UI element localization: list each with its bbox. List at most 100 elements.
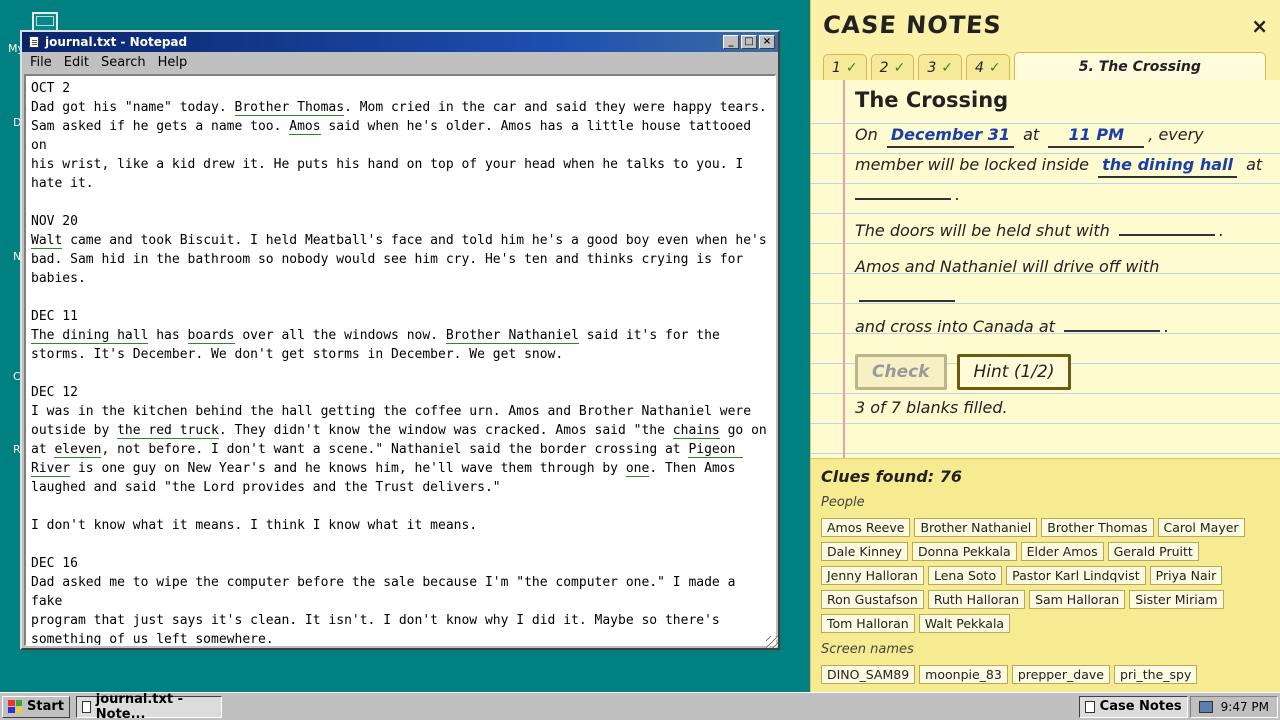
person-chip[interactable]: Ruth Halloran: [927, 590, 1026, 609]
person-chip[interactable]: Ron Gustafson: [821, 590, 924, 609]
sentence-text: .: [1218, 221, 1224, 240]
tab-case-2[interactable]: 2 ✓: [870, 54, 915, 80]
person-chip[interactable]: Jenny Halloran: [821, 566, 924, 585]
blank-time[interactable]: 11 PM: [1048, 124, 1145, 148]
screen-name-chip[interactable]: DINO_SAM89: [821, 665, 916, 684]
person-chip[interactable]: Donna Pekkala: [912, 542, 1017, 561]
close-icon[interactable]: ×: [1251, 14, 1268, 38]
close-button[interactable]: ×: [759, 35, 775, 49]
tab-label: 3: [927, 59, 937, 76]
blank-date[interactable]: December 31: [886, 124, 1014, 148]
person-chip[interactable]: Priya Nair: [1149, 566, 1223, 585]
person-chip[interactable]: Sam Halloran: [1029, 590, 1126, 609]
journal-text: at: [31, 442, 55, 457]
person-chip[interactable]: Brother Nathaniel: [914, 518, 1038, 537]
blank-lock-time[interactable]: [855, 198, 951, 200]
sentence-text: .: [1163, 317, 1170, 336]
menu-search[interactable]: Search: [95, 55, 152, 70]
underlined-clue[interactable]: one: [625, 461, 650, 477]
action-buttons: Check Hint (1/2): [855, 354, 1266, 390]
journal-line: Walt came and took Biscuit. I held Meatb…: [31, 231, 770, 250]
journal-text: Sam asked if he gets a name too.: [31, 119, 290, 134]
blank-vehicle[interactable]: [859, 300, 955, 302]
sentence-text: .: [955, 185, 961, 204]
tray-area: 9:47 PM: [1189, 695, 1278, 718]
underlined-clue[interactable]: Brother Thomas: [234, 100, 345, 116]
taskbar-case-notes[interactable]: Case Notes: [1078, 695, 1188, 718]
notebook-page: The Crossing On December 31 at 11 PM, ev…: [811, 80, 1280, 458]
journal-line: DEC 12: [31, 383, 770, 402]
journal-text: storms. It's December. We don't get stor…: [31, 347, 564, 362]
journal-line: NOV 20: [31, 212, 770, 231]
journal-line: storms. It's December. We don't get stor…: [31, 345, 770, 364]
tab-case-5[interactable]: 5. The Crossing: [1013, 52, 1266, 80]
menu-edit[interactable]: Edit: [58, 55, 95, 70]
person-chip[interactable]: Sister Miriam: [1129, 590, 1224, 609]
person-chip[interactable]: Lena Soto: [927, 566, 1003, 585]
start-button[interactable]: Start: [2, 695, 70, 718]
notepad-titlebar[interactable]: journal.txt - Notepad _ □ ×: [22, 32, 778, 52]
screen-name-chip[interactable]: moonpie_83: [919, 665, 1008, 684]
people-chips: Amos Reeve Brother Nathaniel Brother Thoma…: [821, 518, 1270, 633]
person-chip[interactable]: Amos Reeve: [821, 518, 911, 537]
check-button[interactable]: Check: [855, 354, 947, 390]
journal-text: DEC 12: [31, 385, 78, 400]
taskbar-notepad[interactable]: journal.txt - Note...: [75, 692, 222, 720]
person-chip[interactable]: Walt Pekkala: [918, 614, 1011, 633]
menu-help[interactable]: Help: [152, 55, 194, 70]
underlined-clue[interactable]: Brother Nathaniel: [445, 328, 579, 344]
journal-text: I don't know what it means. I think I kn…: [31, 518, 478, 533]
journal-text-area[interactable]: OCT 2 Dad got his "name" today. Brother T…: [24, 74, 776, 646]
journal-line: outside by the red truck. They didn't kn…: [31, 421, 770, 440]
tab-case-3[interactable]: 3 ✓: [918, 54, 962, 80]
hint-button[interactable]: Hint (1/2): [956, 354, 1072, 390]
screen-name-chip[interactable]: prepper_dave: [1011, 665, 1110, 684]
journal-text: is one guy on New Year's and he knows hi…: [70, 461, 626, 476]
person-chip[interactable]: Brother Thomas: [1041, 518, 1154, 537]
my-computer-icon[interactable]: [32, 12, 58, 32]
underlined-clue[interactable]: eleven: [54, 442, 102, 458]
journal-text: . They didn't know the window was cracke…: [218, 423, 673, 438]
person-chip[interactable]: Dale Kinney: [821, 542, 909, 561]
blank-doors[interactable]: [1118, 234, 1215, 236]
notepad-window[interactable]: journal.txt - Notepad _ □ × File Edit Se…: [20, 30, 780, 650]
underlined-clue[interactable]: The dining hall: [31, 328, 149, 344]
journal-line: his wrist, like a kid drew it. He puts h…: [31, 155, 770, 174]
underlined-clue[interactable]: Amos: [289, 119, 321, 135]
section-heading: The Crossing: [855, 88, 1009, 112]
minimize-button[interactable]: _: [723, 35, 739, 49]
journal-line: Sam asked if he gets a name too. Amos sa…: [31, 117, 770, 155]
clues-count: Clues found: 76: [821, 467, 962, 486]
underlined-clue[interactable]: Walt: [31, 233, 63, 249]
person-chip[interactable]: Gerald Pruitt: [1107, 542, 1199, 561]
underlined-clue[interactable]: Pigeon: [688, 442, 744, 458]
people-label: People: [821, 495, 865, 510]
journal-text: his wrist, like a kid drew it. He puts h…: [31, 157, 744, 172]
resize-grip[interactable]: [766, 636, 778, 648]
journal-line: River is one guy on New Year's and he kn…: [31, 459, 770, 478]
underlined-clue[interactable]: the red truck: [117, 423, 219, 439]
clock[interactable]: 9:47 PM: [1221, 700, 1269, 714]
menu-file[interactable]: File: [24, 55, 58, 70]
journal-text: over all the windows now.: [234, 328, 446, 343]
sentence-text: The doors will be held shut with: [855, 221, 1110, 240]
person-chip[interactable]: Pastor Karl Lindqvist: [1006, 566, 1146, 585]
menu-bar: File Edit Search Help: [22, 52, 778, 72]
person-chip[interactable]: Elder Amos: [1020, 542, 1104, 561]
tab-case-4[interactable]: 4 ✓: [965, 54, 1010, 80]
person-chip[interactable]: Tom Halloran: [821, 614, 915, 633]
journal-line: DEC 16: [31, 554, 770, 573]
tab-case-1[interactable]: 1 ✓: [823, 54, 867, 80]
journal-text: laughed and said "the Lord provides and …: [31, 480, 501, 495]
person-chip[interactable]: Carol Mayer: [1157, 518, 1245, 537]
blank-crossing[interactable]: [1063, 330, 1160, 332]
underlined-clue[interactable]: boards: [187, 328, 235, 344]
blank-location[interactable]: the dining hall: [1098, 154, 1237, 178]
journal-text: babies.: [31, 271, 86, 286]
maximize-button[interactable]: □: [741, 35, 757, 49]
network-icon[interactable]: [1198, 700, 1213, 713]
notes-icon: [1084, 700, 1095, 713]
underlined-clue[interactable]: River: [31, 461, 71, 477]
screen-name-chip[interactable]: pri_the_spy: [1113, 665, 1198, 684]
underlined-clue[interactable]: chains: [672, 423, 720, 439]
